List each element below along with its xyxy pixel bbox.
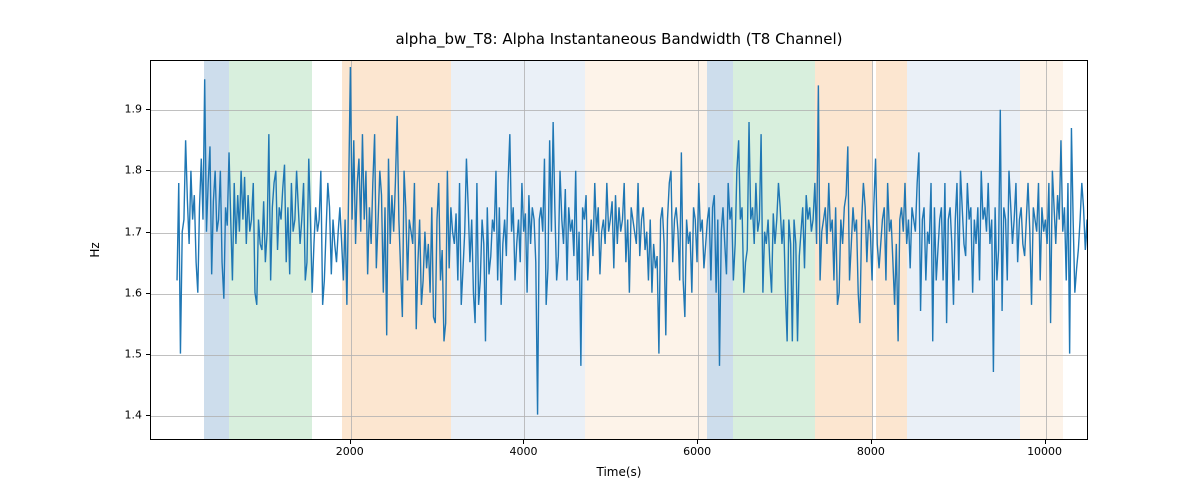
x-tick-mark (523, 440, 524, 444)
chart-title: alpha_bw_T8: Alpha Instantaneous Bandwid… (150, 30, 1088, 48)
y-axis-label: Hz (88, 242, 102, 257)
y-tick-mark (146, 415, 150, 416)
x-tick-mark (1045, 440, 1046, 444)
x-tick-mark (871, 440, 872, 444)
chart-container: 1.41.51.61.71.81.9 200040006000800010000 (150, 60, 1088, 440)
x-tick-mark (697, 440, 698, 444)
x-tick-mark (350, 440, 351, 444)
line-series-svg (151, 61, 1087, 439)
series-line (177, 67, 1088, 415)
y-tick-mark (146, 293, 150, 294)
y-tick-mark (146, 170, 150, 171)
plot-area (150, 60, 1088, 440)
x-axis-label: Time(s) (150, 465, 1088, 479)
y-tick-mark (146, 109, 150, 110)
y-tick-mark (146, 232, 150, 233)
y-tick-mark (146, 354, 150, 355)
